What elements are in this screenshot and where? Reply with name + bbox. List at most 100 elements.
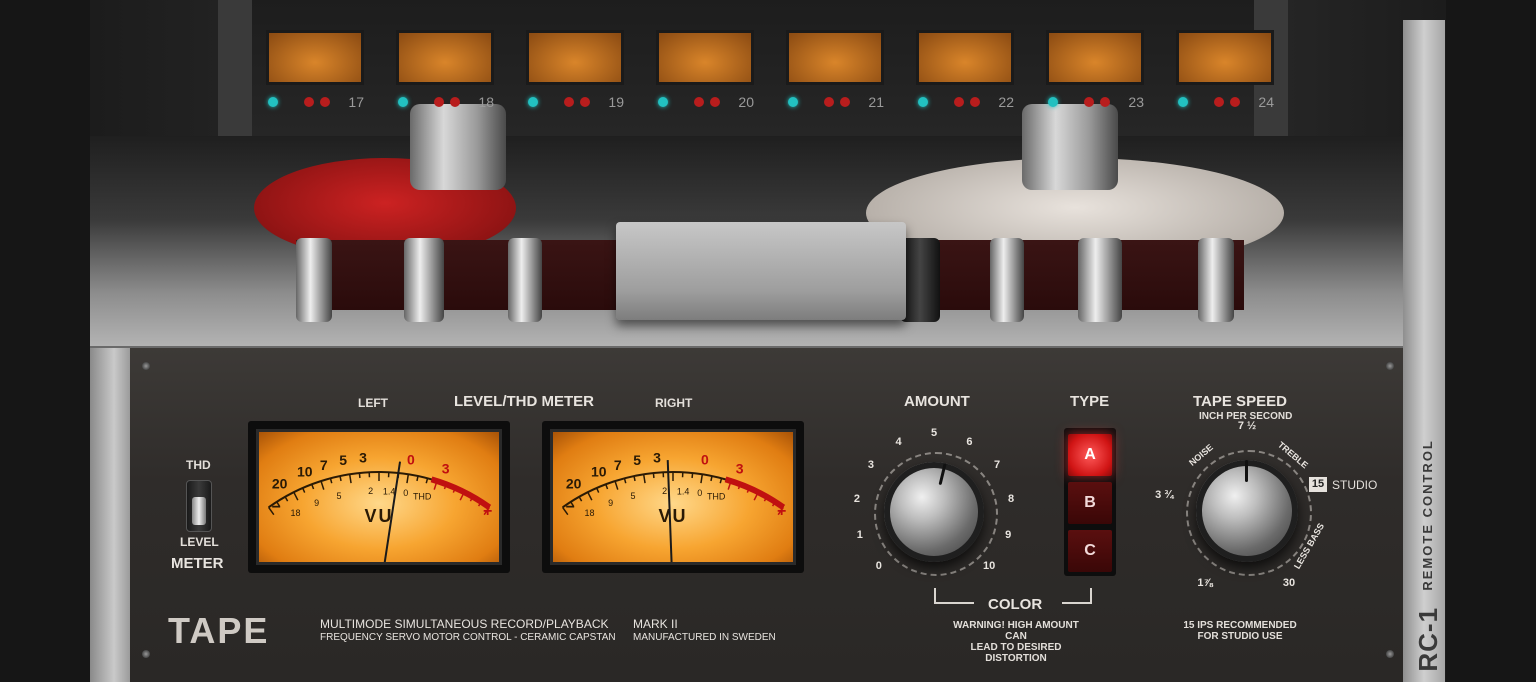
led-red-icon bbox=[1214, 97, 1224, 107]
tape-path-left bbox=[296, 240, 620, 310]
vu-tick bbox=[406, 474, 410, 484]
vu-tick bbox=[311, 484, 315, 490]
panel-left-edge bbox=[90, 348, 130, 682]
takeup-reel-hub bbox=[1022, 104, 1118, 190]
vu-tick bbox=[348, 474, 352, 484]
amount-knob[interactable] bbox=[884, 462, 984, 562]
vu-scale-bottom-label: 2 bbox=[368, 486, 373, 496]
vu-meter-right: 20 10 7 5 3 0 3 18 9 5 2 1.4 0 THD − + VU bbox=[542, 421, 804, 573]
led-cyan-icon bbox=[918, 97, 928, 107]
type-a-button[interactable]: A bbox=[1068, 434, 1112, 476]
screw-icon bbox=[142, 650, 150, 658]
vu-text: VU bbox=[658, 506, 688, 526]
vu-face-right: 20 10 7 5 3 0 3 18 9 5 2 1.4 0 THD − + VU bbox=[550, 429, 796, 565]
channel-meter-18 bbox=[396, 30, 494, 85]
vu-tick bbox=[358, 472, 361, 479]
channel-number: 20 bbox=[738, 94, 754, 110]
vu-scale-top-label: 5 bbox=[339, 452, 347, 468]
vu-tick bbox=[700, 474, 704, 484]
supply-reel-hub bbox=[410, 104, 506, 190]
vu-left-label: LEFT bbox=[358, 396, 388, 410]
vu-tick bbox=[301, 487, 306, 493]
vu-scale-top-label: 20 bbox=[566, 475, 582, 491]
channel-leds-23: 23 bbox=[1046, 94, 1144, 110]
model-name: MARK II bbox=[633, 617, 678, 631]
switch-thd-label: THD bbox=[186, 458, 211, 472]
amount-tick: 2 bbox=[853, 492, 861, 505]
channel-meter-24 bbox=[1176, 30, 1274, 85]
channel-number: 24 bbox=[1258, 94, 1274, 110]
amount-tick: 6 bbox=[966, 435, 973, 448]
vu-scale-left: 2010 7 5 3 031895 2 1.4 0 THD− + bbox=[267, 450, 492, 520]
tape-speed-tick: 30 bbox=[1282, 576, 1296, 589]
switch-lever[interactable] bbox=[192, 497, 206, 525]
tape-speed-label: TAPE SPEED bbox=[1193, 393, 1287, 410]
remote-text: RC-1 REMOTE CONTROL bbox=[1413, 439, 1444, 672]
vu-scale-bottom-label: THD bbox=[413, 492, 432, 502]
tape-speed-tick: 7 ½ bbox=[1237, 420, 1257, 432]
tape-speed-knob[interactable] bbox=[1196, 460, 1298, 562]
studio-badge: 15 bbox=[1309, 477, 1327, 492]
vu-scale-top-label: 3 bbox=[442, 460, 450, 476]
vu-tick bbox=[284, 496, 289, 502]
channel-leds-21: 21 bbox=[786, 94, 884, 110]
type-c-button[interactable]: C bbox=[1068, 530, 1112, 572]
tape-speed-tick: 3 ¾ bbox=[1155, 489, 1174, 502]
vu-tick bbox=[623, 478, 627, 484]
led-red-icon bbox=[824, 97, 834, 107]
channel-leds-22: 22 bbox=[916, 94, 1014, 110]
vu-scale-top-label: 5 bbox=[633, 452, 641, 468]
vu-tick bbox=[691, 472, 694, 479]
channel-leds-18: 18 bbox=[396, 94, 494, 110]
vu-tick bbox=[642, 474, 646, 484]
vu-scale-bottom-label: 1.4 bbox=[677, 486, 690, 496]
vu-tick bbox=[320, 480, 325, 490]
amount-tick: 8 bbox=[1007, 492, 1015, 505]
model-origin: MANUFACTURED IN SWEDEN bbox=[633, 632, 776, 643]
led-cyan-icon bbox=[658, 97, 668, 107]
vu-tick bbox=[605, 484, 609, 490]
recommend-line-2: FOR STUDIO USE bbox=[1197, 631, 1283, 642]
vu-tick bbox=[587, 491, 593, 501]
channel-meter-19 bbox=[526, 30, 624, 85]
vu-text: VU bbox=[364, 506, 394, 526]
led-cyan-icon bbox=[528, 97, 538, 107]
tape-guide-1 bbox=[296, 238, 332, 322]
screw-icon bbox=[142, 362, 150, 370]
channel-meter-20 bbox=[656, 30, 754, 85]
vu-scale-top-label: 10 bbox=[297, 463, 313, 479]
tape-guide-2 bbox=[404, 238, 444, 322]
vu-scale-bottom-label: 2 bbox=[662, 486, 667, 496]
type-label: TYPE bbox=[1070, 393, 1110, 410]
screw-icon bbox=[1386, 362, 1394, 370]
warning-line-2: LEAD TO DESIRED DISTORTION bbox=[970, 642, 1062, 664]
vu-tick bbox=[652, 472, 655, 479]
led-red-icon bbox=[1100, 97, 1110, 107]
vu-scale-top-label: 7 bbox=[614, 457, 622, 473]
tape-guide-3 bbox=[508, 238, 542, 322]
channel-leds-19: 19 bbox=[526, 94, 624, 110]
vu-scale-top-label: 0 bbox=[701, 452, 709, 468]
warning-text: WARNING! HIGH AMOUNT CAN LEAD TO DESIRED… bbox=[946, 620, 1086, 664]
warning-line-1: WARNING! HIGH AMOUNT CAN bbox=[953, 620, 1079, 642]
tape-speed-pointer bbox=[1245, 460, 1248, 482]
led-red-icon bbox=[970, 97, 980, 107]
meter-mode-switch[interactable] bbox=[186, 480, 212, 532]
left-margin bbox=[0, 0, 90, 682]
vu-face-left: 20 10 7 5 3 0 3 18 9 5 2 1.4 0 THD − + VU bbox=[256, 429, 502, 565]
vu-tick bbox=[614, 480, 619, 490]
vu-scale-bottom-label: 5 bbox=[337, 491, 342, 501]
led-cyan-icon bbox=[788, 97, 798, 107]
channel-number: 21 bbox=[868, 94, 884, 110]
recommend-text: 15 IPS RECOMMENDED FOR STUDIO USE bbox=[1180, 620, 1300, 642]
amount-tick: 9 bbox=[1005, 529, 1012, 542]
type-b-button[interactable]: B bbox=[1068, 482, 1112, 524]
led-red-icon bbox=[450, 97, 460, 107]
meter-caption: METER bbox=[171, 555, 224, 572]
channel-leds-17: 17 bbox=[266, 94, 364, 110]
led-cyan-icon bbox=[1178, 97, 1188, 107]
remote-model: RC-1 bbox=[1413, 607, 1443, 672]
pinch-roller bbox=[900, 238, 940, 322]
color-bracket-right bbox=[1062, 588, 1092, 604]
vu-scale-top-label: 7 bbox=[320, 457, 328, 473]
